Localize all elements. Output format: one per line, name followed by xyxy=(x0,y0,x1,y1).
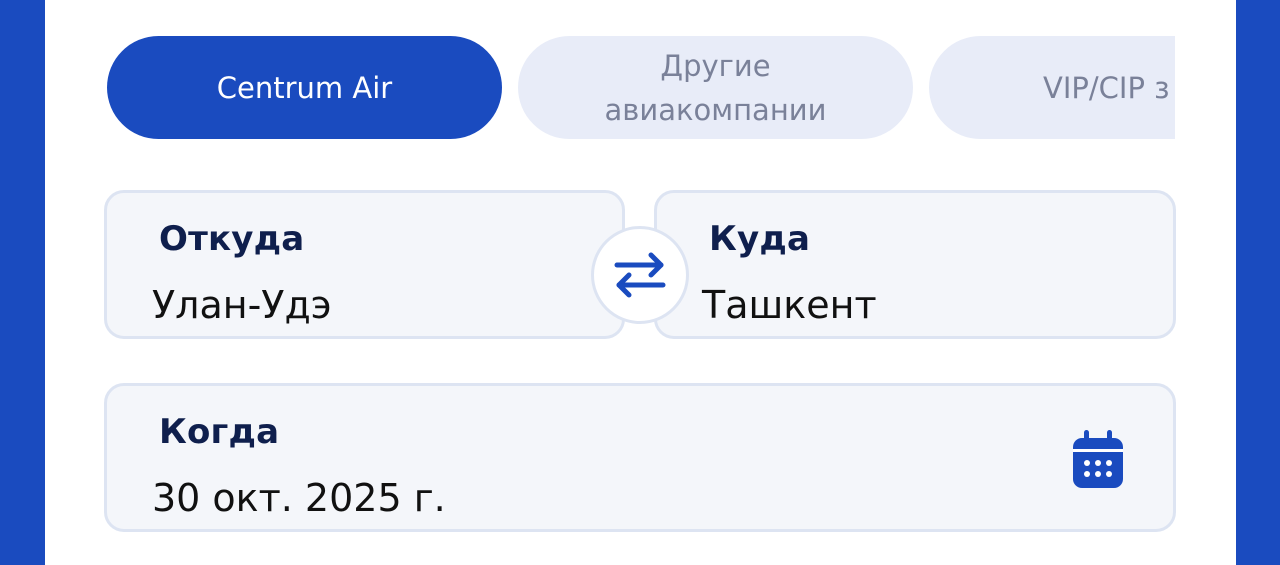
calendar-button[interactable] xyxy=(1071,430,1125,490)
from-label: Откуда xyxy=(159,219,305,259)
to-label: Куда xyxy=(709,219,811,259)
date-value: 30 окт. 2025 г. xyxy=(152,476,446,520)
from-field[interactable]: Откуда Улан-Удэ xyxy=(104,190,625,339)
swap-arrows-icon xyxy=(614,252,666,298)
date-field[interactable]: Когда 30 окт. 2025 г. xyxy=(104,383,1176,532)
to-value: Ташкент xyxy=(702,283,877,327)
from-value: Улан-Удэ xyxy=(152,283,332,327)
tab-label: VIP/CIP з xyxy=(1043,70,1170,105)
date-label: Когда xyxy=(159,412,280,452)
calendar-icon xyxy=(1073,430,1123,488)
swap-button[interactable] xyxy=(591,226,689,324)
to-field[interactable]: Куда Ташкент xyxy=(654,190,1176,339)
tab-vip-cip[interactable]: VIP/CIP з xyxy=(929,36,1175,139)
airline-tabs: Centrum Air Другие авиакомпании VIP/CIP … xyxy=(107,36,1175,140)
tab-other-airlines[interactable]: Другие авиакомпании xyxy=(518,36,913,139)
tab-label: Centrum Air xyxy=(216,70,393,105)
booking-panel: Centrum Air Другие авиакомпании VIP/CIP … xyxy=(45,0,1236,565)
tab-label: Другие авиакомпании xyxy=(604,48,827,127)
tab-centrum-air[interactable]: Centrum Air xyxy=(107,36,502,139)
